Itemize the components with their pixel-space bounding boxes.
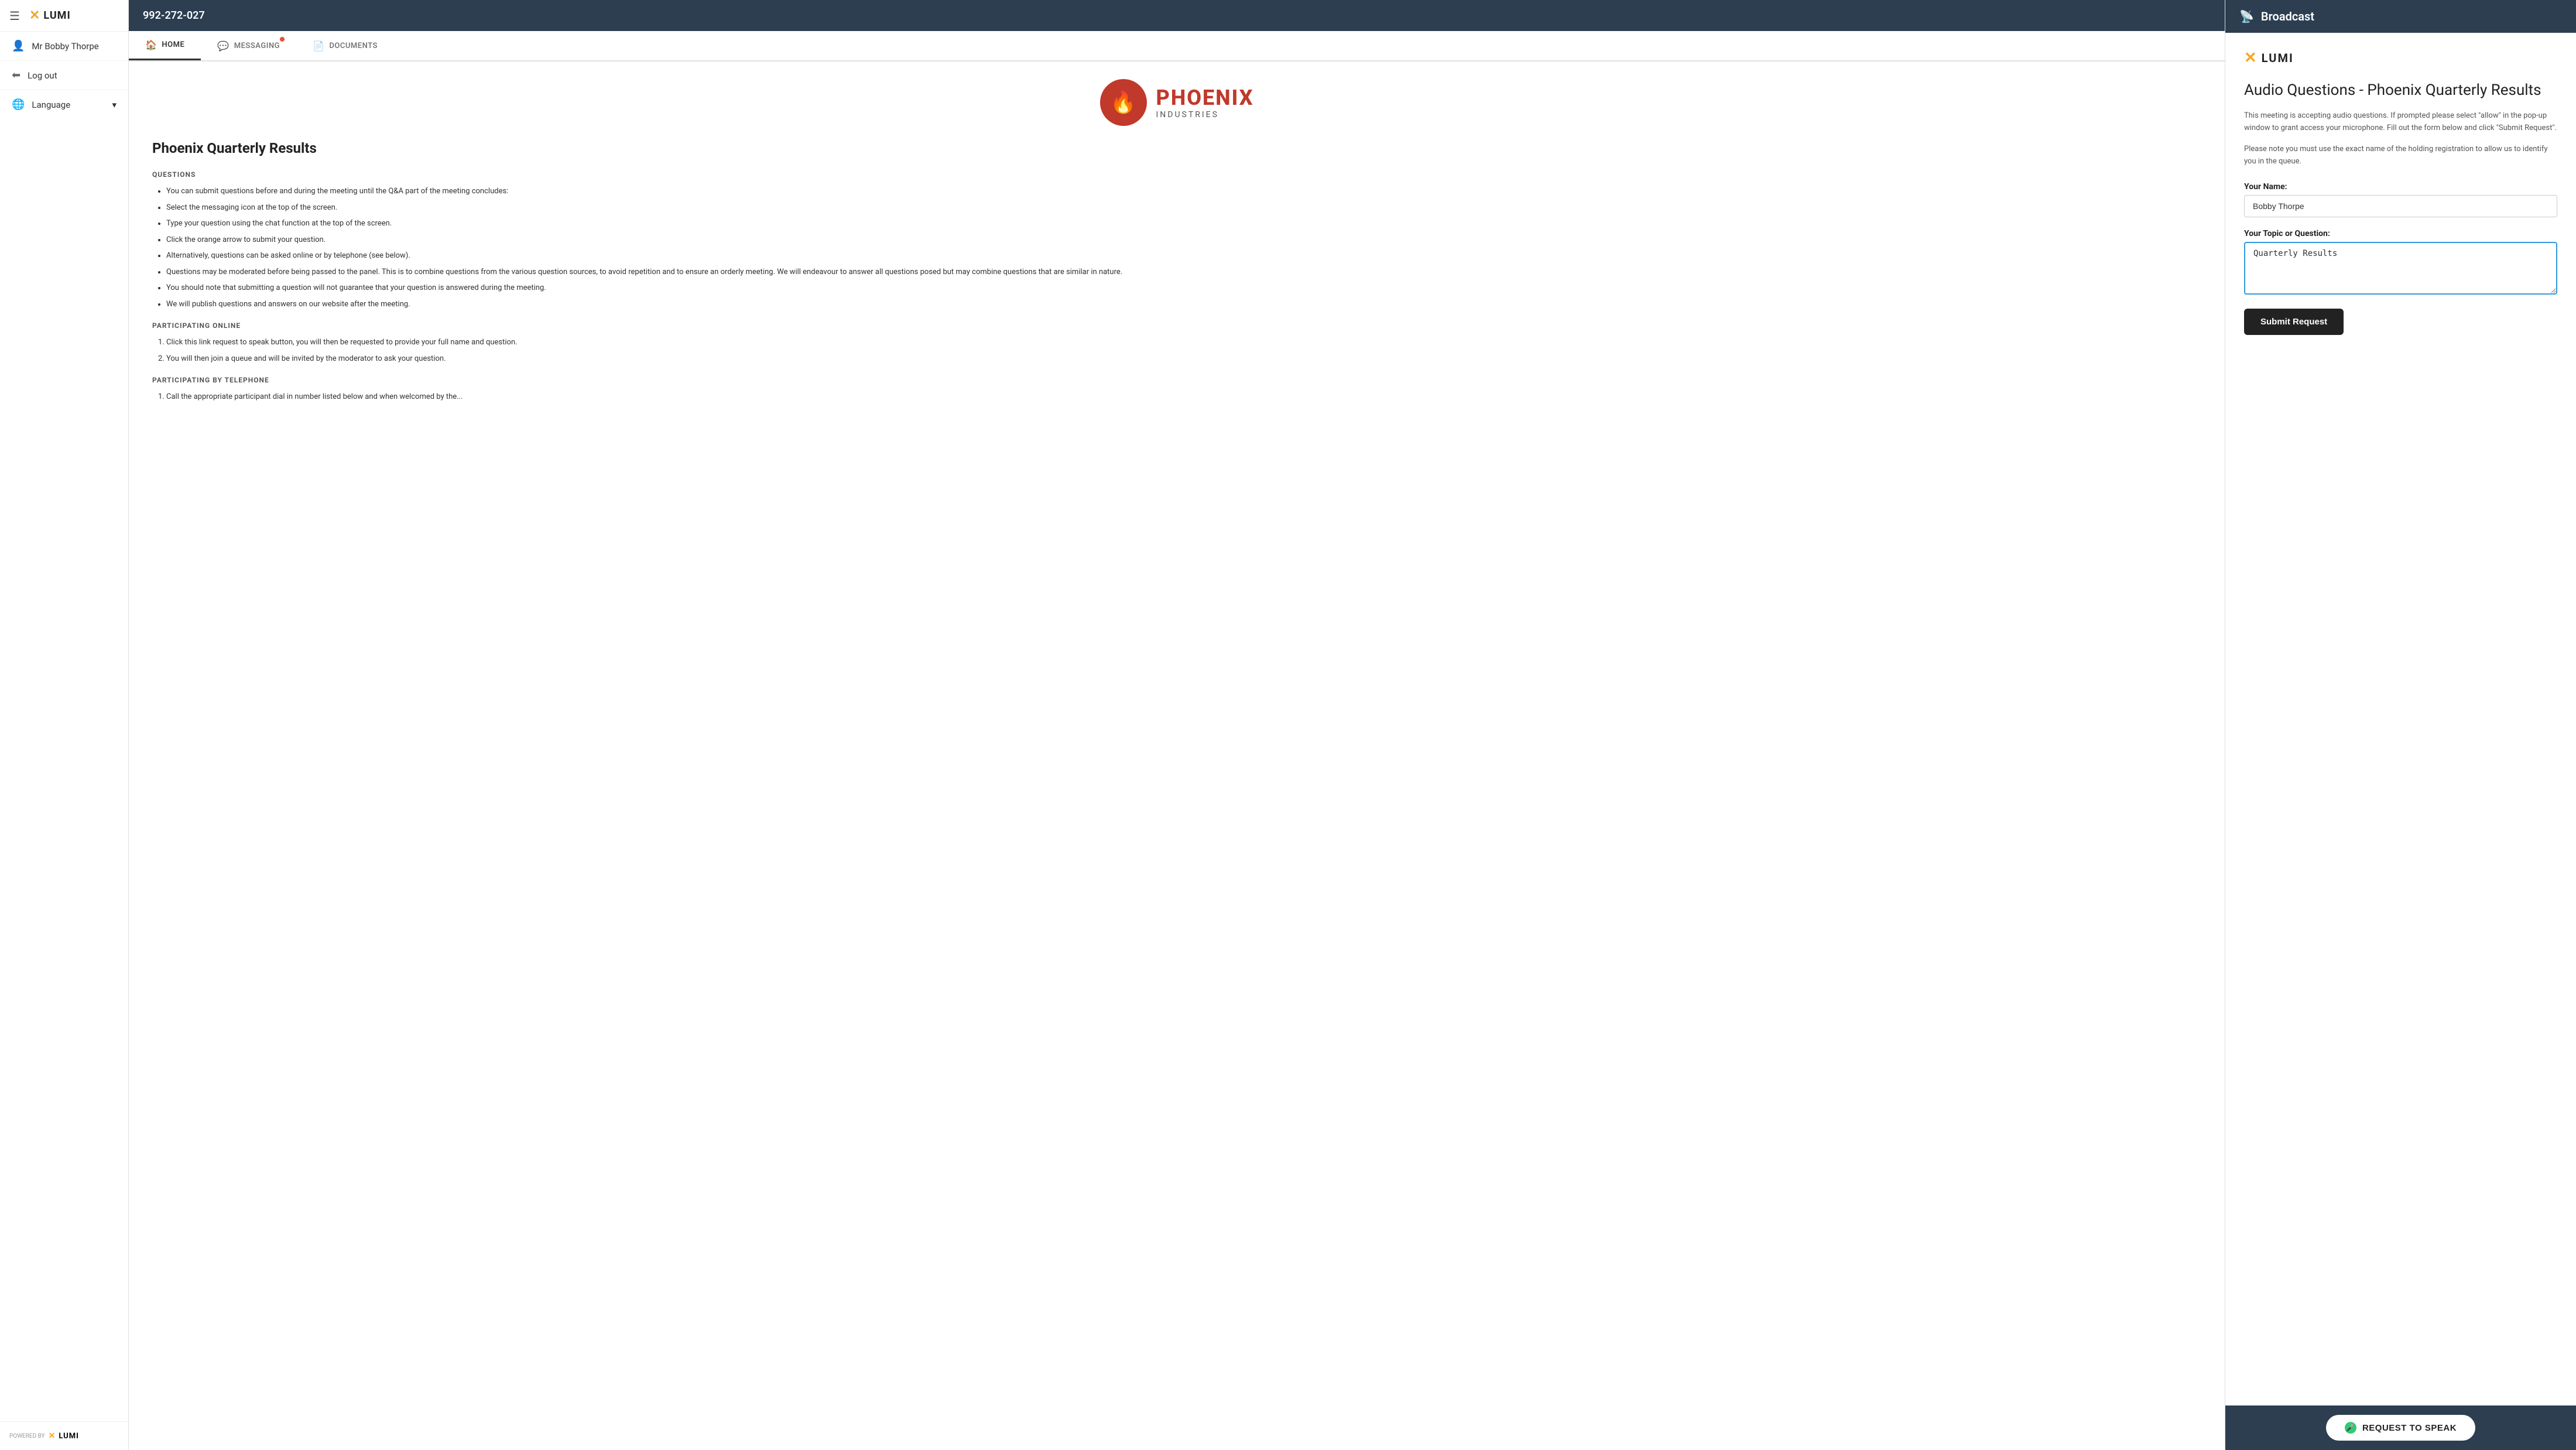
sidebar-item-user[interactable]: 👤 Mr Bobby Thorpe (0, 32, 128, 61)
broadcast-form-title: Audio Questions - Phoenix Quarterly Resu… (2244, 81, 2557, 101)
chevron-down-icon: ▾ (112, 100, 117, 110)
phoenix-symbol-icon: 🔥 (1110, 90, 1136, 115)
footer-lumi-text: LUMI (59, 1432, 79, 1441)
broadcast-header-title: Broadcast (2261, 9, 2314, 23)
sidebar-footer: POWERED BY ✕ LUMI (0, 1421, 128, 1450)
messaging-icon: 💬 (217, 40, 229, 52)
list-item: Select the messaging icon at the top of … (166, 202, 2201, 214)
broadcast-note: Please note you must use the exact name … (2244, 143, 2557, 168)
tab-messaging[interactable]: 💬 MESSAGING (201, 31, 296, 60)
request-to-speak-button[interactable]: 🎤 REQUEST TO SPEAK (2326, 1415, 2475, 1441)
topic-textarea[interactable]: Quarterly Results (2244, 242, 2557, 295)
sidebar-item-logout[interactable]: ⬅ Log out (0, 61, 128, 90)
list-item: Click the orange arrow to submit your qu… (166, 234, 2201, 246)
list-item: You will then join a queue and will be i… (166, 353, 2201, 365)
list-item: We will publish questions and answers on… (166, 299, 2201, 310)
questions-list: You can submit questions before and duri… (152, 186, 2201, 310)
meeting-content[interactable]: 🔥 PHOENIX INDUSTRIES Phoenix Quarterly R… (129, 61, 2225, 430)
logout-label: Log out (28, 70, 57, 81)
request-speak-label: REQUEST TO SPEAK (2362, 1423, 2457, 1433)
phoenix-logo-text: PHOENIX INDUSTRIES (1156, 79, 1254, 126)
home-icon: 🏠 (145, 39, 157, 50)
phoenix-logo-circle: 🔥 (1100, 79, 1147, 126)
list-item: Type your question using the chat functi… (166, 218, 2201, 230)
list-item: Questions may be moderated before being … (166, 266, 2201, 278)
main-area: 992-272-027 🏠 HOME 💬 MESSAGING 📄 DOCUMEN… (129, 0, 2576, 1450)
list-item: You should note that submitting a questi… (166, 282, 2201, 294)
online-list: Click this link request to speak button,… (152, 337, 2201, 364)
list-item: Alternatively, questions can be asked on… (166, 250, 2201, 262)
broadcast-description: This meeting is accepting audio question… (2244, 110, 2557, 135)
phoenix-sub-text: INDUSTRIES (1156, 110, 1254, 119)
phoenix-main-text: PHOENIX (1156, 86, 1254, 110)
broadcast-panel: 📡 Broadcast ✕ LUMI Audio Questions - Pho… (2225, 0, 2576, 1450)
language-label: Language (32, 100, 70, 110)
broadcast-footer: 🎤 REQUEST TO SPEAK (2225, 1405, 2576, 1450)
language-icon: 🌐 (12, 98, 25, 111)
sidebar-logo: ✕ LUMI (29, 8, 71, 23)
tab-documents[interactable]: 📄 DOCUMENTS (296, 31, 394, 60)
microphone-icon: 🎤 (2345, 1422, 2356, 1434)
broadcast-body: ✕ LUMI Audio Questions - Phoenix Quarter… (2225, 33, 2576, 1405)
user-icon: 👤 (12, 40, 25, 52)
list-item: Call the appropriate participant dial in… (166, 391, 2201, 403)
section-questions-heading: QUESTIONS (152, 170, 2201, 179)
meeting-tabs: 🏠 HOME 💬 MESSAGING 📄 DOCUMENTS (129, 31, 2225, 61)
meeting-panel: 992-272-027 🏠 HOME 💬 MESSAGING 📄 DOCUMEN… (129, 0, 2225, 1450)
hamburger-button[interactable]: ☰ (9, 9, 20, 23)
tab-documents-label: DOCUMENTS (329, 42, 378, 50)
meeting-title: Phoenix Quarterly Results (152, 140, 2201, 156)
user-name: Mr Bobby Thorpe (32, 41, 98, 52)
tab-messaging-label: MESSAGING (234, 42, 280, 50)
documents-icon: 📄 (313, 40, 324, 52)
broadcast-lumi-logo: ✕ LUMI (2244, 49, 2557, 67)
tab-home[interactable]: 🏠 HOME (129, 31, 201, 60)
broadcast-lumi-text: LUMI (2262, 51, 2294, 65)
broadcast-icon: 📡 (2239, 9, 2254, 23)
footer-lumi-x-icon: ✕ (49, 1431, 56, 1441)
list-item: You can submit questions before and duri… (166, 186, 2201, 197)
sidebar-item-language[interactable]: 🌐 Language ▾ (0, 90, 128, 119)
meeting-content-wrapper: 🔥 PHOENIX INDUSTRIES Phoenix Quarterly R… (129, 61, 2225, 1450)
tab-home-label: HOME (162, 40, 184, 49)
session-id: 992-272-027 (143, 9, 205, 22)
broadcast-header: 📡 Broadcast (2225, 0, 2576, 33)
sidebar: ☰ ✕ LUMI 👤 Mr Bobby Thorpe ⬅ Log out 🌐 L… (0, 0, 129, 1450)
telephone-list: Call the appropriate participant dial in… (152, 391, 2201, 403)
broadcast-lumi-x-icon: ✕ (2244, 49, 2257, 67)
logout-icon: ⬅ (12, 69, 20, 81)
powered-by-text: POWERED BY (9, 1433, 45, 1439)
section-online-heading: PARTICIPATING ONLINE (152, 322, 2201, 330)
notification-dot (280, 37, 285, 42)
phoenix-logo-area: 🔥 PHOENIX INDUSTRIES (152, 79, 2201, 126)
name-label: Your Name: (2244, 182, 2557, 191)
name-input[interactable] (2244, 195, 2557, 217)
section-telephone-heading: PARTICIPATING BY TELEPHONE (152, 376, 2201, 384)
lumi-logo-text: LUMI (43, 9, 70, 22)
submit-request-button[interactable]: Submit Request (2244, 309, 2344, 335)
meeting-header: 992-272-027 (129, 0, 2225, 31)
lumi-x-icon: ✕ (29, 8, 40, 23)
topic-label: Your Topic or Question: (2244, 229, 2557, 238)
list-item: Click this link request to speak button,… (166, 337, 2201, 348)
